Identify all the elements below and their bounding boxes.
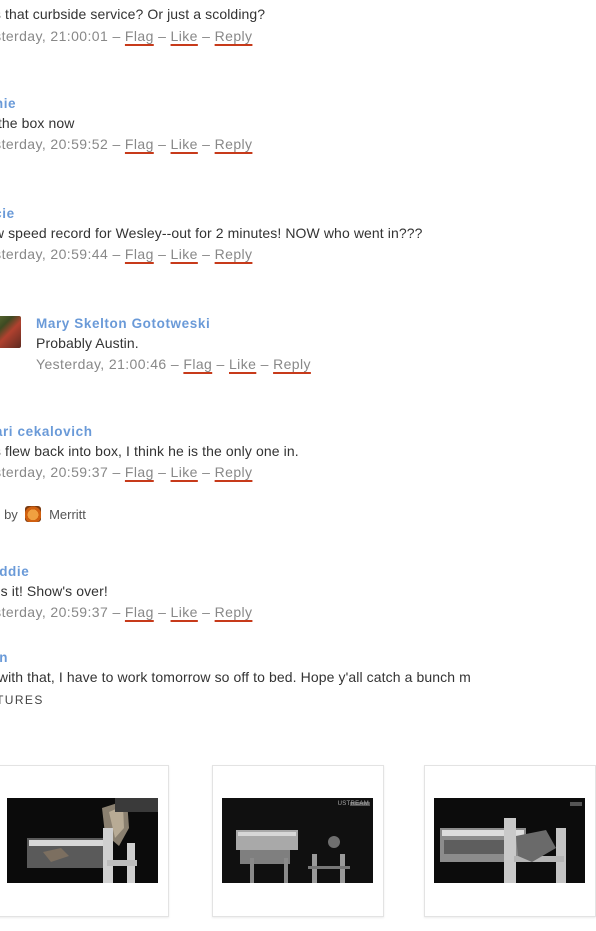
reply-link[interactable]: Reply [215,604,253,620]
like-link[interactable]: Like [171,28,198,44]
comment-author[interactable]: Mary Skelton Gototweski [36,316,311,331]
comment: as that curbside service? Or just a scol… [0,6,596,44]
owl-box-image [434,798,585,883]
comment: biddie at's it! Show's over! esterday, 2… [0,564,596,620]
flag-link[interactable]: Flag [125,464,154,480]
comment-text: at's it! Show's over! [0,583,108,599]
reply-link[interactable]: Reply [215,28,253,44]
reply-link[interactable]: Reply [215,136,253,152]
pictures-heading: CTURES [0,693,44,707]
comment-text: n the box now [0,115,75,131]
comment-text: ew speed record for Wesley--out for 2 mi… [0,225,423,241]
comment-timestamp: esterday, 20:59:44 [0,246,109,262]
comment-timestamp: esterday, 20:59:52 [0,136,109,152]
like-link[interactable]: Like [229,356,256,372]
comment-timestamp: Yesterday, 21:00:46 [36,356,167,372]
picture-thumbnail[interactable] [424,765,596,917]
liked-by: ed by Merritt [0,506,86,522]
comment-text: es flew back into box, I think he is the… [0,443,299,459]
stream-watermark: USTREAM [337,801,369,807]
tiger-avatar-icon[interactable] [25,506,42,522]
reply-link[interactable]: Reply [273,356,311,372]
comment-meta: esterday, 20:59:37 – Flag – Like – Reply [0,604,596,620]
like-link[interactable]: Like [171,464,198,480]
comment-author[interactable]: hari cekalovich [0,424,596,439]
comment: hari cekalovich es flew back into box, I… [0,424,596,522]
liked-by-name[interactable]: Merritt [49,507,86,522]
flag-link[interactable]: Flag [125,604,154,620]
picture-thumbnail[interactable]: USTREAM [212,765,384,917]
comment-author[interactable]: biddie [0,564,596,579]
flag-link[interactable]: Flag [125,28,154,44]
comment-text: Probably Austin. [36,335,139,351]
picture-thumbnail[interactable] [0,765,169,917]
comment: bin d with that, I have to work tomorrow… [0,650,596,685]
like-link[interactable]: Like [171,136,198,152]
reply-link[interactable]: Reply [215,246,253,262]
comment-meta: esterday, 20:59:44 – Flag – Like – Reply [0,246,596,262]
flag-link[interactable]: Flag [183,356,212,372]
reply-link[interactable]: Reply [215,464,253,480]
comment-text: as that curbside service? Or just a scol… [0,6,266,22]
owl-box-image [7,798,158,883]
comment-author[interactable]: acie [0,206,596,221]
avatar[interactable] [0,316,21,348]
comment-meta: esterday, 20:59:52 – Flag – Like – Reply [0,136,596,152]
like-link[interactable]: Like [171,246,198,262]
comment-text: d with that, I have to work tomorrow so … [0,669,471,685]
comment-timestamp: esterday, 20:59:37 [0,464,109,480]
comment-timestamp: esterday, 21:00:01 [0,28,109,44]
comment-timestamp: esterday, 20:59:37 [0,604,109,620]
comment-meta: esterday, 20:59:37 – Flag – Like – Reply [0,464,596,480]
like-link[interactable]: Like [171,604,198,620]
flag-link[interactable]: Flag [125,136,154,152]
flag-link[interactable]: Flag [125,246,154,262]
comment: acie ew speed record for Wesley--out for… [0,206,596,262]
comment-author[interactable]: bin [0,650,596,665]
comment-meta: Yesterday, 21:00:46 – Flag – Like – Repl… [36,356,311,372]
comment-meta: esterday, 21:00:01 – Flag – Like – Reply [0,28,596,44]
owl-box-image: USTREAM [222,798,373,883]
comment-author[interactable]: nnie [0,96,596,111]
comment: nnie n the box now esterday, 20:59:52 – … [0,96,596,152]
